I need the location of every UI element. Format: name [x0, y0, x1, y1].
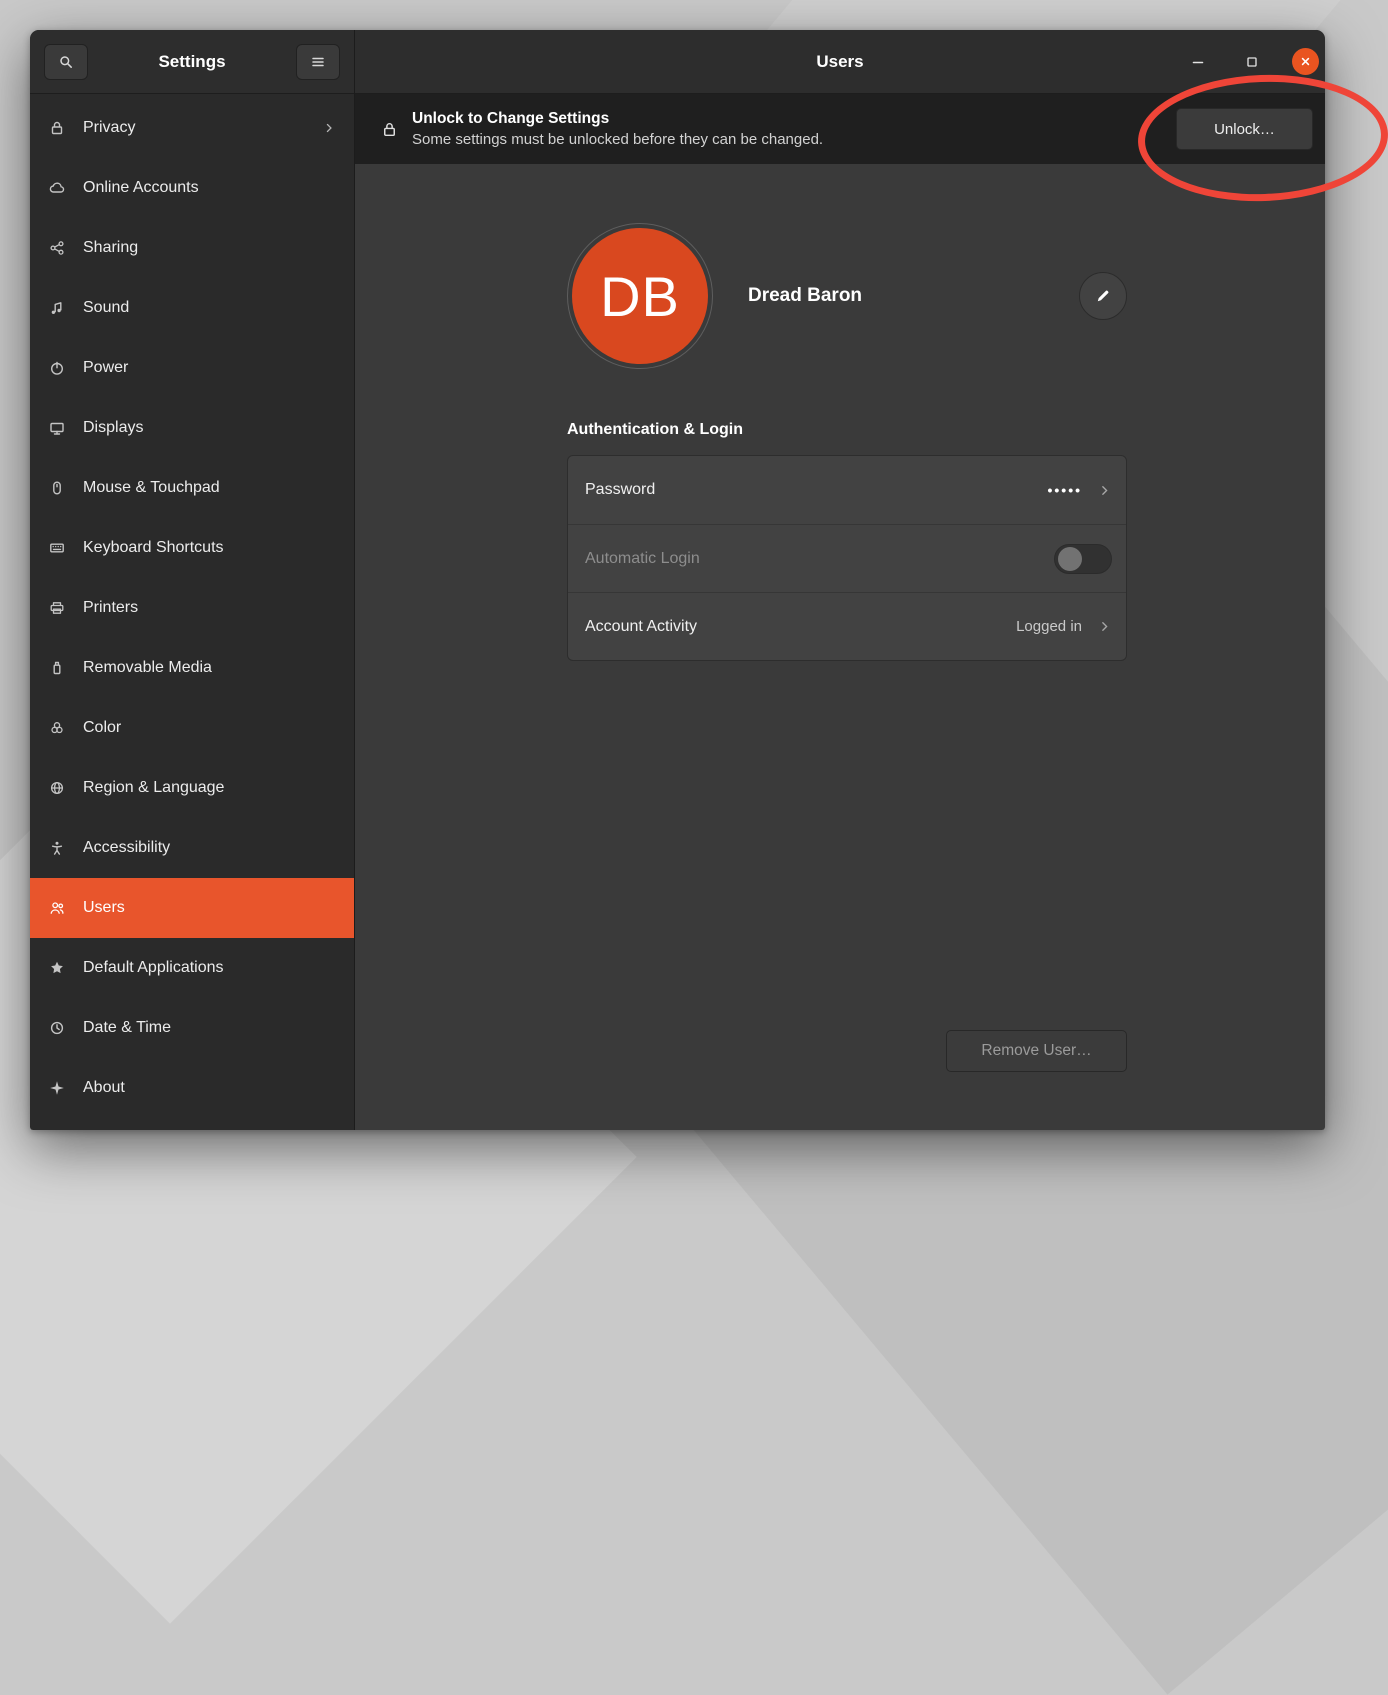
sidebar-item-online-accounts[interactable]: Online Accounts — [30, 158, 354, 218]
toggle-knob — [1058, 547, 1082, 571]
sidebar-item-mouse-touchpad[interactable]: Mouse & Touchpad — [30, 458, 354, 518]
automatic-login-toggle[interactable] — [1054, 544, 1112, 574]
main-panel: Users Unlock to Change Settings Some set… — [355, 30, 1325, 1130]
auth-login-heading: Authentication & Login — [567, 421, 1127, 439]
avatar[interactable]: DB — [572, 228, 708, 364]
sidebar-item-displays[interactable]: Displays — [30, 398, 354, 458]
automatic-login-row: Automatic Login — [568, 524, 1126, 592]
sidebar-item-privacy[interactable]: Privacy — [30, 98, 354, 158]
star-icon — [48, 959, 66, 977]
close-button[interactable] — [1292, 48, 1319, 75]
titlebar[interactable]: Users — [355, 30, 1325, 94]
users-icon — [48, 899, 66, 917]
color-circles-icon — [48, 719, 66, 737]
power-icon — [48, 359, 66, 377]
printer-icon — [48, 599, 66, 617]
sidebar-item-region-language[interactable]: Region & Language — [30, 758, 354, 818]
sidebar: Settings Privacy Online Accounts Sharing — [30, 30, 355, 1130]
remove-user-button[interactable]: Remove User… — [946, 1030, 1127, 1072]
account-activity-status: Logged in — [1016, 618, 1082, 635]
share-icon — [48, 239, 66, 257]
sidebar-item-sound[interactable]: Sound — [30, 278, 354, 338]
sidebar-item-accessibility[interactable]: Accessibility — [30, 818, 354, 878]
usb-drive-icon — [48, 659, 66, 677]
pencil-icon — [1094, 287, 1112, 305]
sidebar-item-date-time[interactable]: Date & Time — [30, 998, 354, 1058]
minimize-icon — [1189, 53, 1207, 71]
chevron-right-icon — [1097, 483, 1112, 498]
sidebar-item-printers[interactable]: Printers — [30, 578, 354, 638]
chevron-right-icon — [1097, 619, 1112, 634]
unlock-banner: Unlock to Change Settings Some settings … — [355, 94, 1325, 164]
banner-text: Unlock to Change Settings Some settings … — [412, 110, 1176, 148]
menu-icon — [309, 53, 327, 71]
sidebar-item-users[interactable]: Users — [30, 878, 354, 938]
maximize-button[interactable] — [1238, 48, 1266, 76]
mouse-icon — [48, 479, 66, 497]
clock-icon — [48, 1019, 66, 1037]
page-title: Users — [355, 52, 1325, 72]
sparkle-icon — [48, 1079, 66, 1097]
sidebar-item-power[interactable]: Power — [30, 338, 354, 398]
unlock-button[interactable]: Unlock… — [1176, 108, 1313, 150]
close-icon — [1298, 54, 1313, 69]
sidebar-item-about[interactable]: About — [30, 1058, 354, 1118]
sidebar-item-removable-media[interactable]: Removable Media — [30, 638, 354, 698]
music-note-icon — [48, 299, 66, 317]
sidebar-nav: Privacy Online Accounts Sharing Sound Po… — [30, 94, 354, 1130]
chevron-right-icon — [322, 121, 336, 135]
sidebar-header: Settings — [30, 30, 354, 94]
auth-login-card: Password ••••• Automatic Login Account A… — [567, 455, 1127, 661]
globe-icon — [48, 779, 66, 797]
window-controls — [1184, 48, 1325, 76]
keyboard-icon — [48, 539, 66, 557]
user-full-name: Dread Baron — [748, 285, 1079, 307]
sidebar-title: Settings — [158, 52, 225, 72]
lock-icon — [380, 120, 399, 139]
sidebar-item-sharing[interactable]: Sharing — [30, 218, 354, 278]
password-row[interactable]: Password ••••• — [568, 456, 1126, 524]
banner-title: Unlock to Change Settings — [412, 110, 1176, 128]
minimize-button[interactable] — [1184, 48, 1212, 76]
avatar-ring: DB — [567, 223, 713, 369]
cloud-icon — [48, 179, 66, 197]
account-activity-row[interactable]: Account Activity Logged in — [568, 592, 1126, 660]
lock-icon — [48, 119, 66, 137]
menu-button[interactable] — [296, 44, 340, 80]
users-content: DB Dread Baron Authentication & Login Pa… — [355, 164, 1325, 1130]
banner-subtitle: Some settings must be unlocked before th… — [412, 131, 1176, 148]
settings-window: Settings Privacy Online Accounts Sharing — [30, 30, 1325, 1130]
search-icon — [57, 53, 75, 71]
sidebar-item-keyboard-shortcuts[interactable]: Keyboard Shortcuts — [30, 518, 354, 578]
password-dots: ••••• — [1047, 482, 1082, 498]
display-icon — [48, 419, 66, 437]
accessibility-icon — [48, 839, 66, 857]
maximize-icon — [1244, 54, 1260, 70]
sidebar-item-default-applications[interactable]: Default Applications — [30, 938, 354, 998]
search-button[interactable] — [44, 44, 88, 80]
edit-name-button[interactable] — [1079, 272, 1127, 320]
sidebar-item-color[interactable]: Color — [30, 698, 354, 758]
user-profile-row: DB Dread Baron — [567, 223, 1127, 369]
